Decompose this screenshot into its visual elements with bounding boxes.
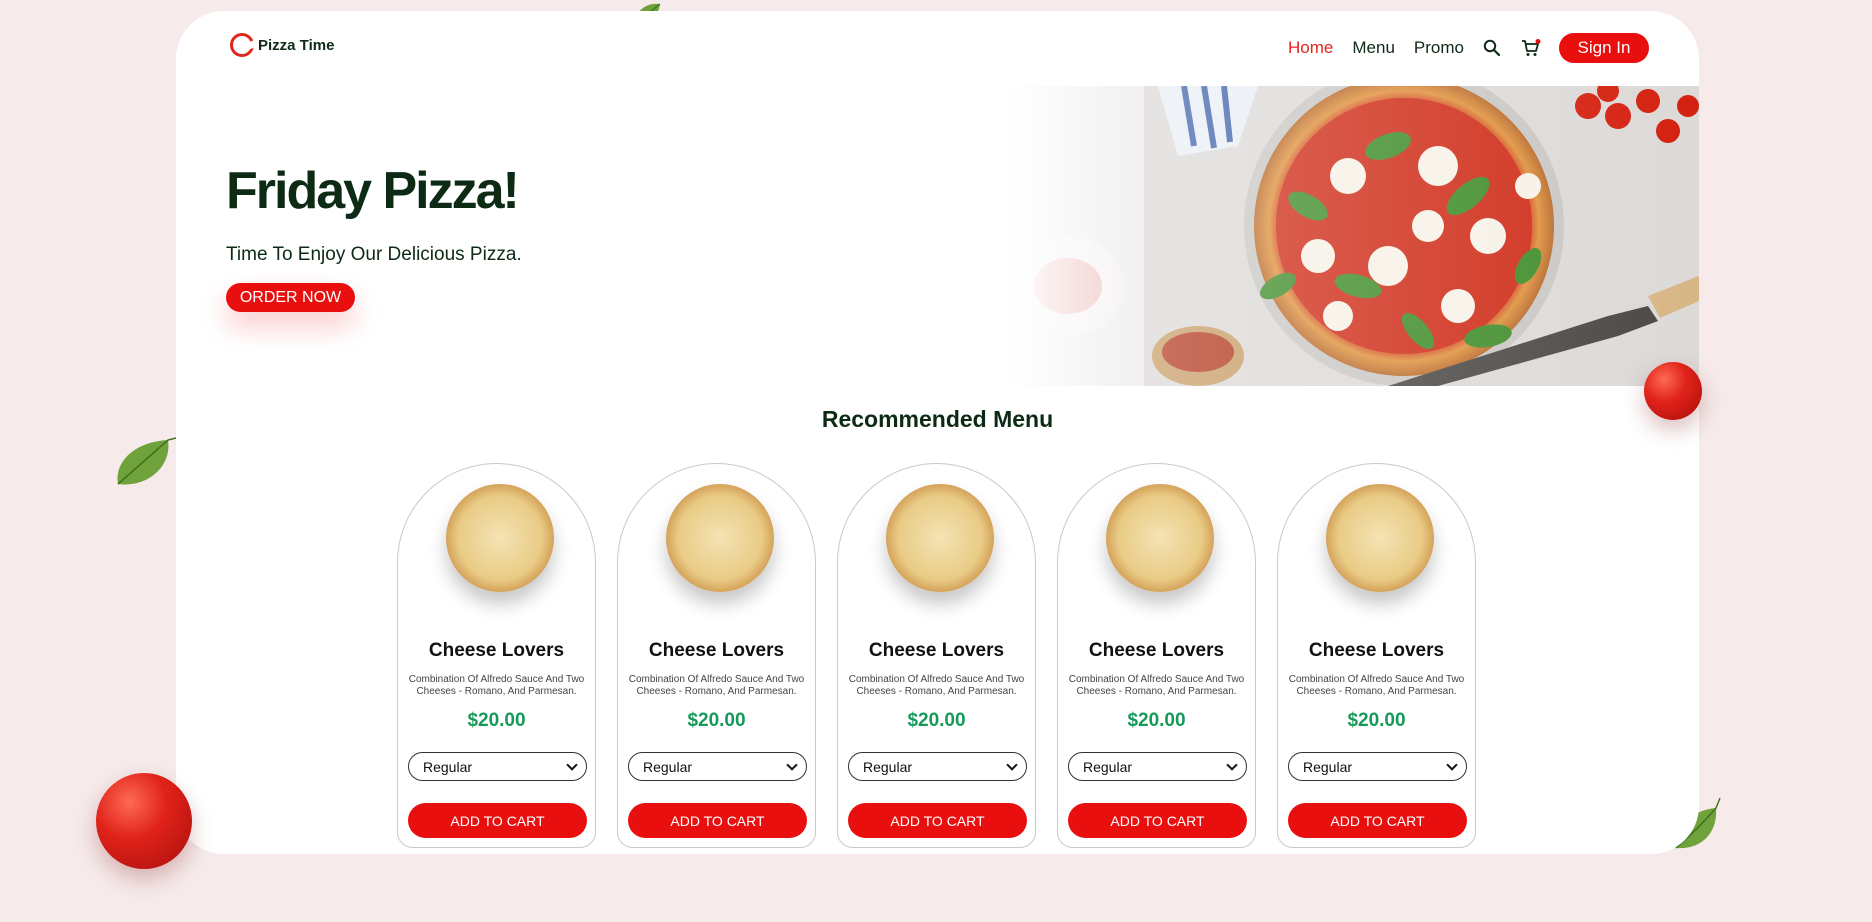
product-description: Combination Of Alfredo Sauce And Two Che… (408, 674, 585, 697)
product-description: Combination Of Alfredo Sauce And Two Che… (628, 674, 805, 697)
size-select-value: Regular (423, 758, 473, 775)
tomato-decoration (96, 773, 192, 869)
pizza-thumbnail (886, 484, 994, 592)
hero-pizza-image (1008, 86, 1699, 386)
size-select[interactable]: Regular (408, 752, 587, 781)
main-card: Pizza Time Home Menu Promo Sign In Frida… (176, 11, 1699, 854)
product-price: $20.00 (907, 710, 966, 731)
add-to-cart-button[interactable]: ADD TO CART (628, 803, 807, 838)
product-name: Cheese Lovers (1088, 640, 1225, 661)
add-to-cart-button[interactable]: ADD TO CART (1288, 803, 1467, 838)
product-price: $20.00 (1127, 710, 1186, 731)
recommended-menu-title: Recommended Menu (821, 406, 1054, 432)
add-to-cart-button[interactable]: ADD TO CART (1068, 803, 1247, 838)
nav-promo[interactable]: Promo (1414, 38, 1464, 58)
size-select-value: Regular (1303, 758, 1353, 775)
size-select-value: Regular (1083, 758, 1133, 775)
logo-text: Pizza Time (258, 36, 335, 54)
chevron-down-icon (1446, 759, 1458, 771)
product-card: Cheese Lovers Combination Of Alfredo Sau… (397, 463, 596, 848)
add-to-cart-button[interactable]: ADD TO CART (408, 803, 587, 838)
product-name: Cheese Lovers (648, 640, 785, 661)
pizza-thumbnail (446, 484, 554, 592)
pizza-thumbnail (1106, 484, 1214, 592)
size-select-value: Regular (863, 758, 913, 775)
product-price: $20.00 (1347, 710, 1406, 731)
nav-home[interactable]: Home (1288, 38, 1333, 58)
product-name: Cheese Lovers (1308, 640, 1445, 661)
product-description: Combination Of Alfredo Sauce And Two Che… (1288, 674, 1465, 697)
logo[interactable]: Pizza Time (230, 33, 334, 57)
tomato-decoration (1644, 362, 1702, 420)
size-select[interactable]: Regular (628, 752, 807, 781)
product-name: Cheese Lovers (428, 640, 565, 661)
chevron-down-icon (786, 759, 798, 771)
chevron-down-icon (1006, 759, 1018, 771)
search-icon[interactable] (1483, 39, 1501, 57)
size-select[interactable]: Regular (1068, 752, 1247, 781)
nav-menu[interactable]: Menu (1352, 38, 1395, 58)
top-nav: Home Menu Promo Sign In (1288, 33, 1649, 63)
sign-in-button[interactable]: Sign In (1559, 33, 1649, 63)
product-price: $20.00 (467, 710, 526, 731)
product-card: Cheese Lovers Combination Of Alfredo Sau… (617, 463, 816, 848)
logo-icon (230, 33, 254, 57)
product-price: $20.00 (687, 710, 746, 731)
hero-title: Friday Pizza! (226, 162, 520, 220)
product-description: Combination Of Alfredo Sauce And Two Che… (848, 674, 1025, 697)
product-name: Cheese Lovers (868, 640, 1005, 661)
order-now-button[interactable]: ORDER NOW (226, 283, 355, 312)
add-to-cart-button[interactable]: ADD TO CART (848, 803, 1027, 838)
hero-subtitle: Time To Enjoy Our Delicious Pizza. (226, 244, 522, 265)
cart-icon[interactable] (1521, 39, 1541, 57)
product-card: Cheese Lovers Combination Of Alfredo Sau… (837, 463, 1036, 848)
product-card: Cheese Lovers Combination Of Alfredo Sau… (1057, 463, 1256, 848)
product-list: Cheese Lovers Combination Of Alfredo Sau… (397, 463, 1476, 848)
product-description: Combination Of Alfredo Sauce And Two Che… (1068, 674, 1245, 697)
chevron-down-icon (1226, 759, 1238, 771)
product-card: Cheese Lovers Combination Of Alfredo Sau… (1277, 463, 1476, 848)
size-select-value: Regular (643, 758, 693, 775)
size-select[interactable]: Regular (848, 752, 1027, 781)
pizza-thumbnail (1326, 484, 1434, 592)
chevron-down-icon (566, 759, 578, 771)
pizza-thumbnail (666, 484, 774, 592)
size-select[interactable]: Regular (1288, 752, 1467, 781)
